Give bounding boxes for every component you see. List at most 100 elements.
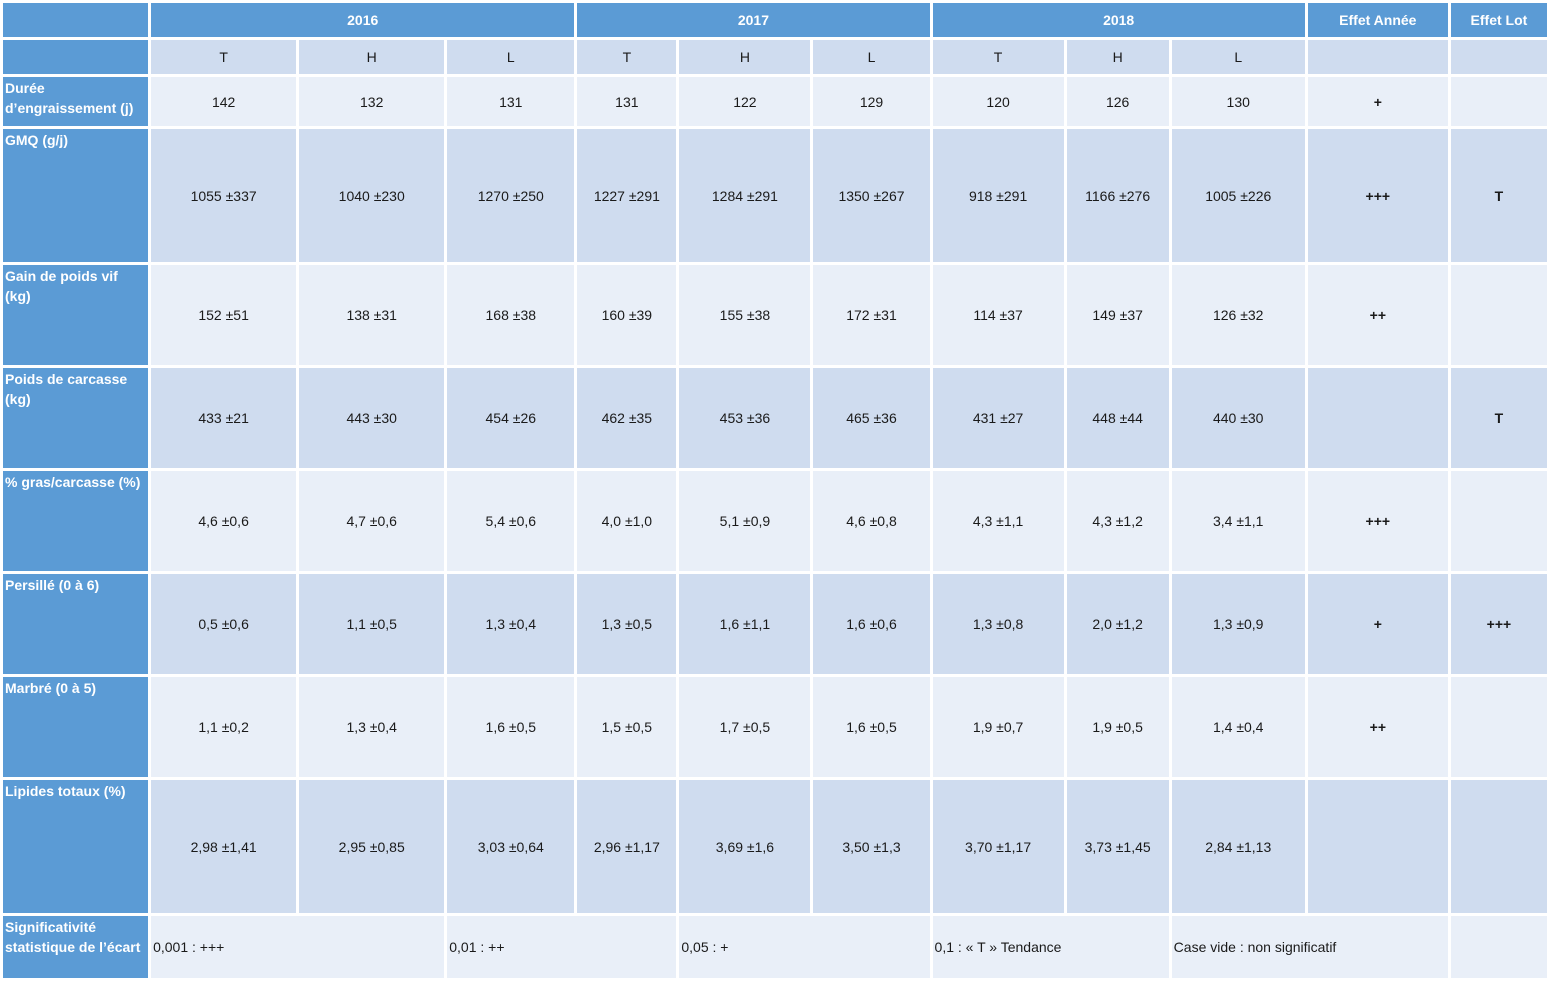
- effet-lot-cell: [1450, 265, 1547, 365]
- table-row: Persillé (0 à 6) 0,5 ±0,6 1,1 ±0,5 1,3 ±0,4…: [3, 574, 1547, 674]
- value-cell: 918 ±291: [932, 129, 1064, 262]
- year-header-2017: 2017: [577, 3, 930, 37]
- value-cell: 149 ±37: [1066, 265, 1169, 365]
- value-cell: 1,9 ±0,5: [1066, 677, 1169, 777]
- lot-header: H: [299, 40, 445, 74]
- value-cell: 440 ±30: [1171, 368, 1305, 468]
- value-cell: 0,5 ±0,6: [151, 574, 297, 674]
- value-cell: 126 ±32: [1171, 265, 1305, 365]
- legend-empty: [1450, 916, 1547, 978]
- value-cell: 160 ±39: [577, 265, 677, 365]
- legend-item: Case vide : non significatif: [1171, 916, 1448, 978]
- row-label: Poids de carcasse (kg): [3, 368, 149, 468]
- value-cell: 2,98 ±1,41: [151, 780, 297, 913]
- value-cell: 1,6 ±0,5: [813, 677, 930, 777]
- value-cell: 142: [151, 77, 297, 126]
- row-label: Marbré (0 à 5): [3, 677, 149, 777]
- value-cell: 1,1 ±0,5: [299, 574, 445, 674]
- table-row: Marbré (0 à 5) 1,1 ±0,2 1,3 ±0,4 1,6 ±0,5 1,…: [3, 677, 1547, 777]
- table-row: Poids de carcasse (kg) 433 ±21 443 ±30 454 …: [3, 368, 1547, 468]
- table-row: Lipides totaux (%) 2,98 ±1,41 2,95 ±0,85 3,…: [3, 780, 1547, 913]
- legend-item: 0,01 : ++: [447, 916, 677, 978]
- value-cell: 172 ±31: [813, 265, 930, 365]
- value-cell: 3,03 ±0,64: [447, 780, 575, 913]
- value-cell: 443 ±30: [299, 368, 445, 468]
- row-label: Persillé (0 à 6): [3, 574, 149, 674]
- value-cell: 155 ±38: [679, 265, 811, 365]
- value-cell: 1284 ±291: [679, 129, 811, 262]
- year-header-2016: 2016: [151, 3, 575, 37]
- value-cell: 126: [1066, 77, 1169, 126]
- value-cell: 1040 ±230: [299, 129, 445, 262]
- legend-item: 0,001 : +++: [151, 916, 445, 978]
- effet-annee-cell: +++: [1307, 129, 1448, 262]
- subheader-corner: [3, 40, 149, 74]
- value-cell: 4,0 ±1,0: [577, 471, 677, 571]
- value-cell: 462 ±35: [577, 368, 677, 468]
- legend-label: Significativité statistique de l’écart: [3, 916, 149, 978]
- header-corner: [3, 3, 149, 37]
- value-cell: 131: [447, 77, 575, 126]
- legend-item: 0,1 : « T » Tendance: [932, 916, 1169, 978]
- effet-annee-cell: +: [1307, 77, 1448, 126]
- value-cell: 1,6 ±0,6: [813, 574, 930, 674]
- value-cell: 152 ±51: [151, 265, 297, 365]
- effet-annee-cell: ++: [1307, 677, 1448, 777]
- value-cell: 5,4 ±0,6: [447, 471, 575, 571]
- value-cell: 132: [299, 77, 445, 126]
- effet-annee-cell: [1307, 368, 1448, 468]
- effet-lot-cell: [1450, 77, 1547, 126]
- lot-header: L: [1171, 40, 1305, 74]
- effet-annee-cell: ++: [1307, 265, 1448, 365]
- effet-annee-subheader: [1307, 40, 1448, 74]
- value-cell: 122: [679, 77, 811, 126]
- effet-lot-cell: T: [1450, 368, 1547, 468]
- legend-item: 0,05 : +: [679, 916, 930, 978]
- effet-lot-subheader: [1450, 40, 1547, 74]
- value-cell: 2,84 ±1,13: [1171, 780, 1305, 913]
- value-cell: 131: [577, 77, 677, 126]
- value-cell: 4,3 ±1,2: [1066, 471, 1169, 571]
- row-label: % gras/carcasse (%): [3, 471, 149, 571]
- value-cell: 2,0 ±1,2: [1066, 574, 1169, 674]
- effet-annee-cell: +: [1307, 574, 1448, 674]
- effet-lot-cell: +++: [1450, 574, 1547, 674]
- lot-header: H: [679, 40, 811, 74]
- row-label: GMQ (g/j): [3, 129, 149, 262]
- value-cell: 3,4 ±1,1: [1171, 471, 1305, 571]
- value-cell: 1055 ±337: [151, 129, 297, 262]
- table-row: Durée d’engraissement (j) 142 132 131 131 122…: [3, 77, 1547, 126]
- value-cell: 4,3 ±1,1: [932, 471, 1064, 571]
- lot-header: H: [1066, 40, 1169, 74]
- results-table: 2016 2017 2018 Effet Année Effet Lot T H…: [0, 0, 1550, 981]
- value-cell: 453 ±36: [679, 368, 811, 468]
- effet-lot-cell: [1450, 471, 1547, 571]
- value-cell: 1227 ±291: [577, 129, 677, 262]
- value-cell: 1,3 ±0,9: [1171, 574, 1305, 674]
- value-cell: 1,6 ±0,5: [447, 677, 575, 777]
- effet-lot-cell: [1450, 677, 1547, 777]
- value-cell: 138 ±31: [299, 265, 445, 365]
- value-cell: 1,1 ±0,2: [151, 677, 297, 777]
- effet-annee-cell: [1307, 780, 1448, 913]
- value-cell: 5,1 ±0,9: [679, 471, 811, 571]
- value-cell: 1,4 ±0,4: [1171, 677, 1305, 777]
- value-cell: 1,5 ±0,5: [577, 677, 677, 777]
- value-cell: 3,50 ±1,3: [813, 780, 930, 913]
- row-label: Gain de poids vif (kg): [3, 265, 149, 365]
- value-cell: 1,9 ±0,7: [932, 677, 1064, 777]
- value-cell: 3,73 ±1,45: [1066, 780, 1169, 913]
- value-cell: 1,3 ±0,4: [447, 574, 575, 674]
- value-cell: 1166 ±276: [1066, 129, 1169, 262]
- value-cell: 1,6 ±1,1: [679, 574, 811, 674]
- value-cell: 1,3 ±0,4: [299, 677, 445, 777]
- effet-annee-cell: +++: [1307, 471, 1448, 571]
- table-row: GMQ (g/j) 1055 ±337 1040 ±230 1270 ±250 1227…: [3, 129, 1547, 262]
- value-cell: 1350 ±267: [813, 129, 930, 262]
- value-cell: 1,7 ±0,5: [679, 677, 811, 777]
- effet-annee-header: Effet Année: [1307, 3, 1448, 37]
- value-cell: 1270 ±250: [447, 129, 575, 262]
- value-cell: 120: [932, 77, 1064, 126]
- value-cell: 4,6 ±0,6: [151, 471, 297, 571]
- effet-lot-cell: T: [1450, 129, 1547, 262]
